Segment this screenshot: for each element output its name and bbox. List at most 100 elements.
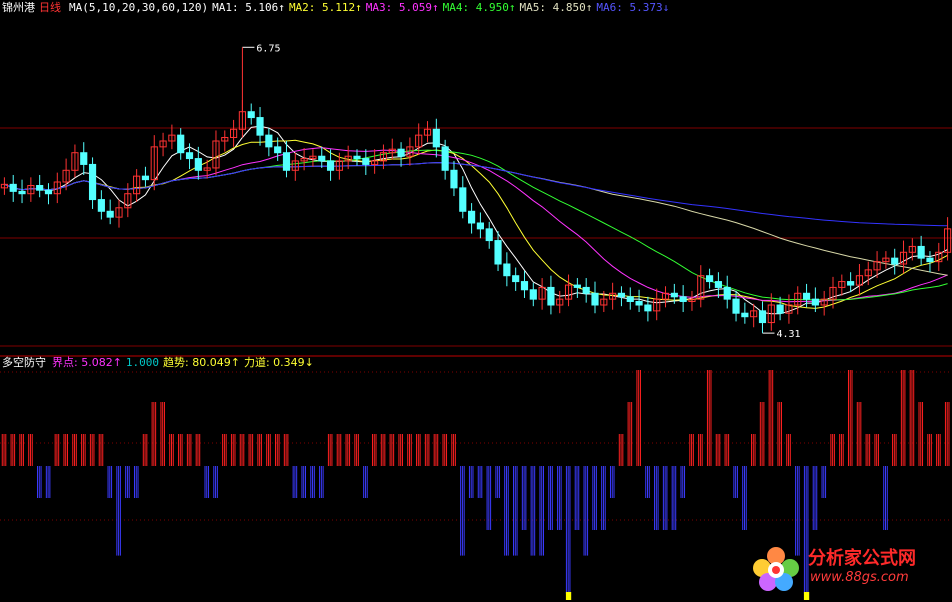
indicator-bar (312, 466, 314, 498)
indicator-bar (539, 466, 541, 556)
candle-down (520, 281, 529, 291)
indicator-bar (920, 402, 922, 466)
candle-down (529, 289, 537, 300)
indicator-bar (329, 434, 331, 466)
period-label[interactable]: 日线 (39, 1, 61, 14)
indicator-bar (446, 434, 448, 466)
indicator-bar (401, 434, 403, 466)
indicator-bar (125, 466, 127, 498)
indicator-bar (860, 402, 862, 466)
indicator-bar (576, 466, 578, 530)
indicator-bar (252, 434, 254, 466)
indicator-bar (47, 466, 49, 498)
indicator-bar (186, 434, 188, 466)
indicator-bar (171, 434, 173, 466)
candle-down (494, 240, 502, 265)
watermark-url: www.88gs.com (810, 570, 909, 585)
indicator-bar (657, 466, 659, 530)
indicator-bar (111, 466, 113, 498)
indicator-bar (223, 434, 225, 466)
indicator-bar (498, 466, 500, 498)
candle-down (282, 152, 291, 171)
indicator-bar (728, 434, 730, 466)
indicator-bar (178, 434, 180, 466)
indicator-bar (118, 466, 120, 556)
indicator-bar (151, 402, 153, 466)
indicator-bar (283, 434, 285, 466)
indicator-bar (37, 466, 39, 498)
candle-down (644, 304, 652, 312)
indicator-bar (832, 434, 834, 466)
indicator-bar (551, 466, 553, 530)
indicator-bar (345, 434, 347, 466)
price-panel-header: 锦州港 日线 MA(5,10,20,30,60,120) MA1: 5.106↑ MA2… (2, 1, 673, 15)
indicator-bar (594, 466, 596, 530)
indicator-bar (735, 466, 737, 498)
indicator-bar (710, 370, 712, 466)
indicator-bar (595, 466, 597, 530)
indicator-bar (706, 370, 708, 466)
jiedian-ref: 1.000 (125, 356, 160, 369)
indicator-bar (428, 434, 430, 466)
stock-chart[interactable]: 6.75 4.31 (0, 0, 952, 602)
candle-down (617, 292, 626, 298)
indicator-bar (463, 466, 465, 556)
indicator-bar (5, 434, 7, 466)
indicator-bar (534, 466, 536, 556)
indicator-bar (354, 434, 356, 466)
indicator-bar (627, 402, 629, 466)
indicator-bar (248, 434, 250, 466)
indicator-bar (513, 466, 515, 556)
indicator-bar (523, 466, 525, 530)
indicator-bar (902, 370, 904, 466)
indicator-bar (936, 434, 938, 466)
indicator-panel-header: 多空防守 界点: 5.082↑ 1.000 趋势: 80.049↑ 力道: 0.349↓ (2, 356, 318, 370)
candle-down (247, 111, 255, 119)
candle-down (723, 286, 731, 300)
candle-down (80, 152, 88, 165)
indicator-bar (481, 466, 483, 498)
candle-down (432, 128, 440, 148)
stock-name[interactable]: 锦州港 (2, 1, 35, 14)
indicator-bar (304, 466, 306, 498)
indicator-bar (380, 434, 382, 466)
indicator-bar (163, 402, 165, 466)
indicator-bar (1, 434, 3, 466)
indicator-name[interactable]: 多空防守 (2, 356, 46, 369)
indicator-bar (948, 402, 950, 466)
indicator-bar (169, 434, 171, 466)
indicator-bar (49, 466, 51, 498)
indicator-bar (911, 370, 913, 466)
indicator-bar (363, 466, 365, 498)
indicator-bar (107, 466, 109, 498)
indicator-mark-bar (565, 592, 572, 600)
indicator-bar (763, 402, 765, 466)
indicator-bar (913, 370, 915, 466)
indicator-bar (407, 434, 409, 466)
indicator-bar (199, 434, 201, 466)
indicator-bar (75, 434, 77, 466)
indicator-bar (638, 370, 640, 466)
indicator-bar (786, 434, 788, 466)
candle-down (512, 275, 520, 283)
candle-down (18, 190, 26, 195)
indicator-bar (356, 434, 358, 466)
indicator-bar (45, 466, 47, 498)
indicator-bar (460, 466, 462, 556)
indicator-bar (724, 434, 726, 466)
indicator-bar (772, 370, 774, 466)
candle-down (706, 275, 714, 283)
indicator-bar (497, 466, 499, 498)
candle-down (326, 160, 335, 171)
indicator-bar (98, 434, 100, 466)
indicator-bar (618, 434, 620, 466)
indicator-bar (789, 434, 791, 466)
indicator-bar (453, 434, 455, 466)
indicator-bar (188, 434, 190, 466)
indicator-bar (292, 466, 294, 498)
indicator-bar (883, 466, 885, 530)
indicator-bar (313, 466, 315, 498)
indicator-bar (849, 370, 851, 466)
candle-down (635, 300, 643, 306)
indicator-bar (673, 466, 675, 530)
